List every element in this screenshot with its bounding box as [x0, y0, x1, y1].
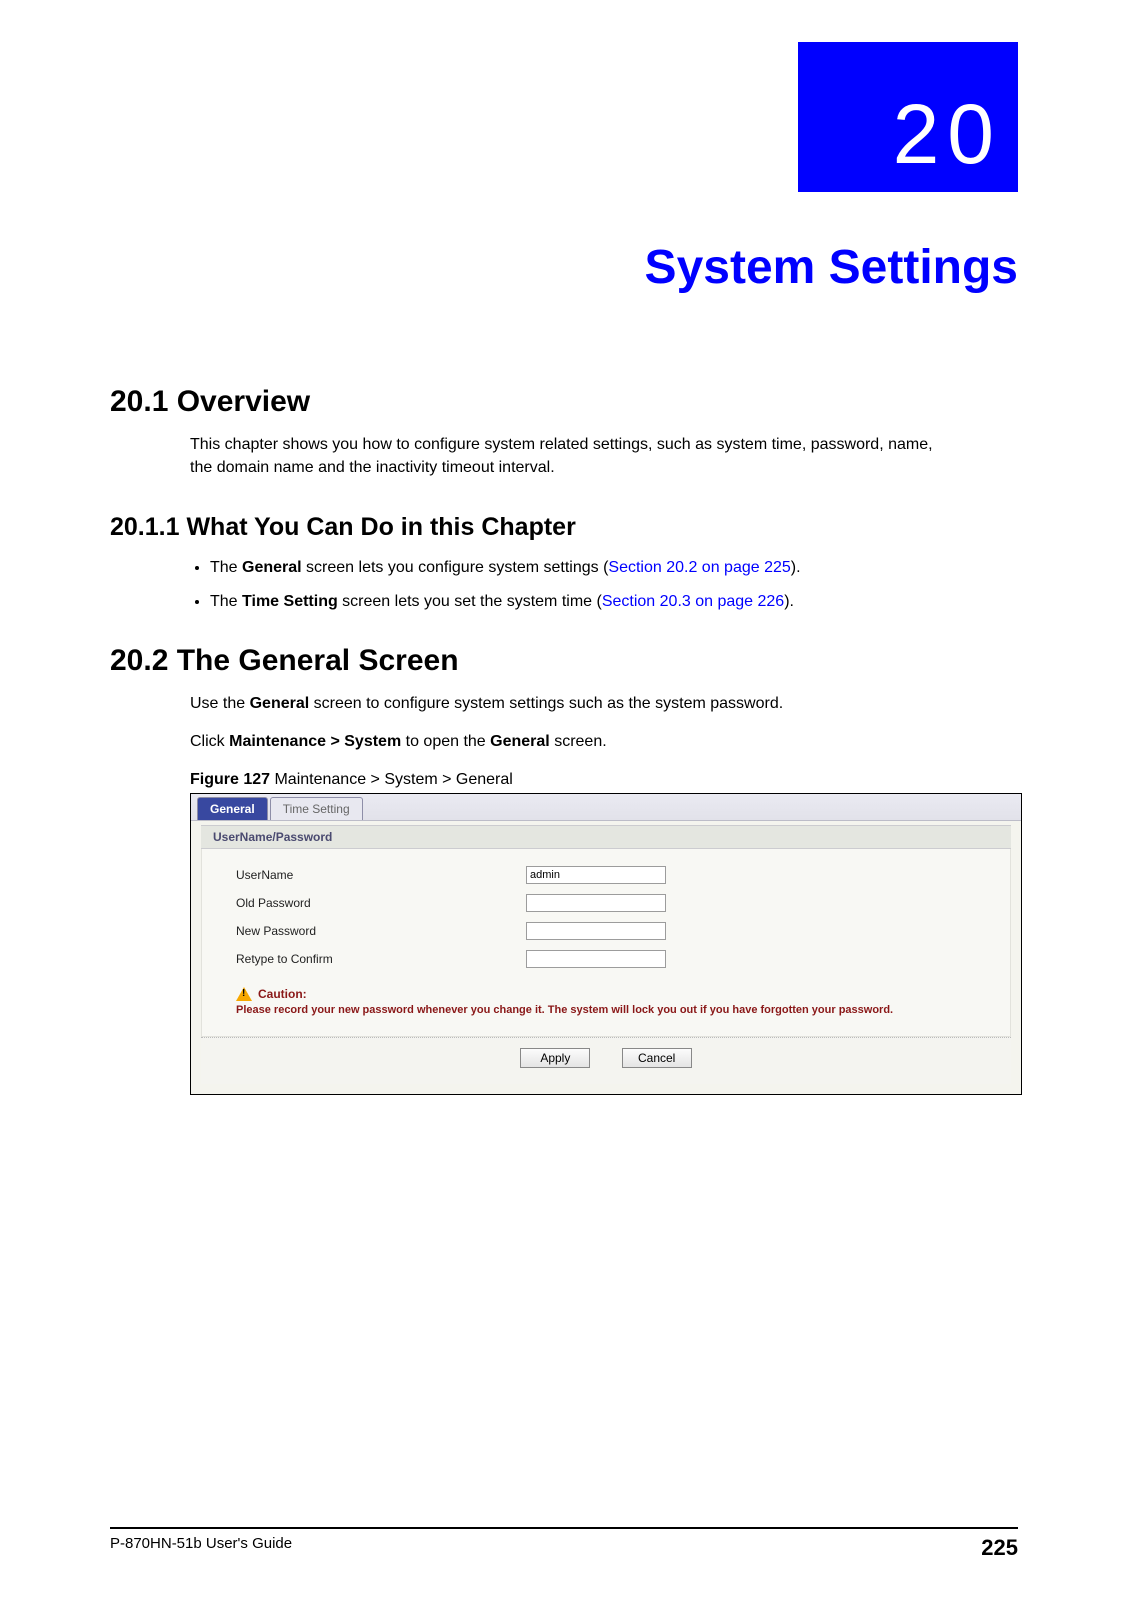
page-footer: P-870HN-51b User's Guide 225	[110, 1527, 1018, 1561]
section-20-1-heading: 20.1 Overview	[110, 385, 1018, 419]
label-username: UserName	[236, 868, 526, 882]
label-old-password: Old Password	[236, 896, 526, 910]
tab-time-setting[interactable]: Time Setting	[270, 797, 363, 820]
screenshot-general-screen: General Time Setting UserName/Password U…	[190, 793, 1022, 1095]
caution-block: Caution: Please record your new password…	[236, 987, 990, 1018]
footer-page-number: 225	[981, 1535, 1018, 1561]
figure-title: Maintenance > System > General	[270, 771, 513, 788]
cancel-button[interactable]: Cancel	[622, 1048, 692, 1068]
label-new-password: New Password	[236, 924, 526, 938]
panel-heading: UserName/Password	[201, 825, 1011, 849]
list-item: The General screen lets you configure sy…	[210, 556, 970, 580]
section-20-2-heading: 20.2 The General Screen	[110, 644, 1018, 678]
form-area: UserName Old Password New Password Retyp…	[201, 849, 1011, 1037]
row-username: UserName	[236, 861, 990, 889]
input-old-password[interactable]	[526, 894, 666, 912]
caution-title: Caution:	[258, 987, 307, 1001]
section-20-1-1-heading: 20.1.1 What You Can Do in this Chapter	[110, 513, 1018, 542]
input-username[interactable]	[526, 866, 666, 884]
input-new-password[interactable]	[526, 922, 666, 940]
caution-text: Please record your new password whenever…	[236, 1003, 990, 1018]
row-retype: Retype to Confirm	[236, 945, 990, 973]
section-20-2-body1: Use the General screen to configure syst…	[190, 692, 950, 715]
figure-caption: Figure 127 Maintenance > System > Genera…	[190, 771, 1018, 789]
chapter-number-box: 20	[798, 42, 1018, 192]
row-old-password: Old Password	[236, 889, 990, 917]
row-new-password: New Password	[236, 917, 990, 945]
tab-general[interactable]: General	[197, 797, 268, 820]
input-retype[interactable]	[526, 950, 666, 968]
what-you-can-do-list: The General screen lets you configure sy…	[190, 556, 970, 614]
button-row: Apply Cancel	[201, 1037, 1011, 1084]
apply-button[interactable]: Apply	[520, 1048, 590, 1068]
section-20-2-body2: Click Maintenance > System to open the G…	[190, 730, 950, 753]
figure-number: Figure 127	[190, 771, 270, 788]
chapter-number: 20	[893, 92, 1002, 176]
section-20-1-body: This chapter shows you how to configure …	[190, 433, 950, 479]
tab-bar: General Time Setting	[191, 794, 1021, 821]
link-section-20-2[interactable]: Section 20.2 on page 225	[608, 559, 790, 576]
footer-guide: P-870HN-51b User's Guide	[110, 1535, 292, 1561]
link-section-20-3[interactable]: Section 20.3 on page 226	[602, 593, 784, 610]
list-item: The Time Setting screen lets you set the…	[210, 590, 970, 614]
label-retype: Retype to Confirm	[236, 952, 526, 966]
warning-icon	[236, 987, 252, 1001]
